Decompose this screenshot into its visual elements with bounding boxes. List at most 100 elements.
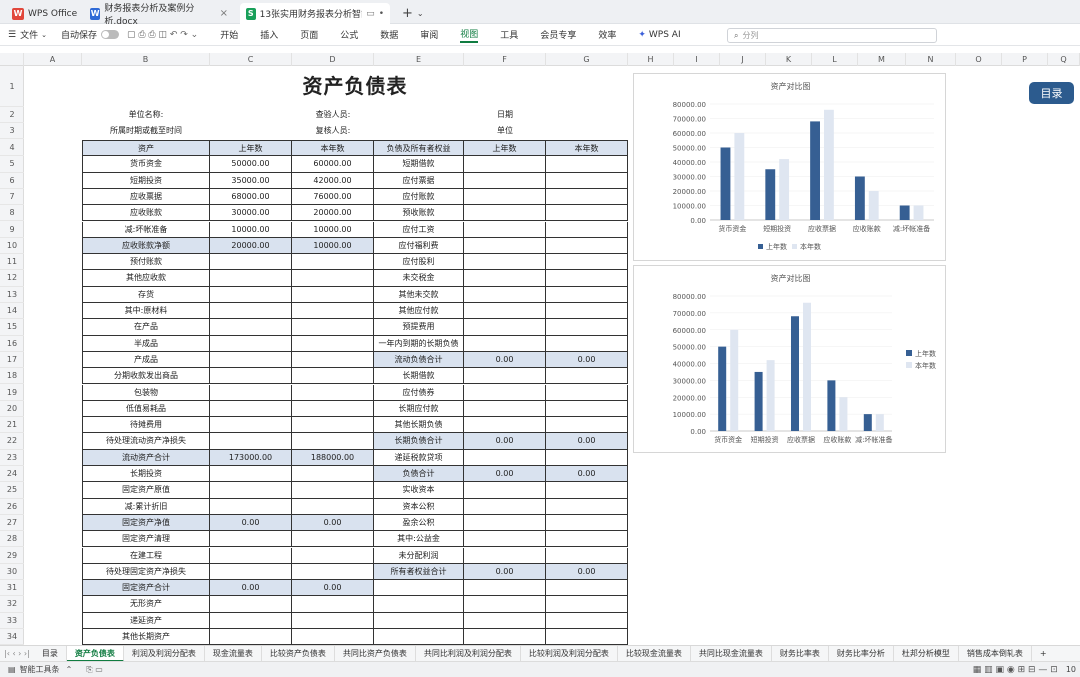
table-cell[interactable] bbox=[464, 254, 546, 271]
sheet-tab[interactable]: 利润及利润分配表 bbox=[124, 645, 205, 662]
row-header[interactable]: 20 bbox=[0, 401, 24, 418]
table-cell[interactable] bbox=[210, 498, 292, 515]
table-header-cell[interactable]: 本年数 bbox=[546, 140, 628, 157]
table-cell[interactable] bbox=[464, 384, 546, 401]
table-cell[interactable] bbox=[292, 400, 374, 418]
table-cell[interactable] bbox=[546, 286, 628, 303]
table-cell[interactable]: 应付票据 bbox=[374, 172, 464, 189]
table-cell[interactable]: 其他应付款 bbox=[374, 303, 464, 320]
table-cell[interactable]: 10000.00 bbox=[292, 237, 374, 255]
column-header[interactable]: M bbox=[858, 53, 906, 66]
table-cell[interactable]: 未交税金 bbox=[374, 270, 464, 287]
menu-item-review[interactable]: 审阅 bbox=[420, 28, 438, 41]
autosave-toggle[interactable] bbox=[100, 30, 119, 39]
table-header-cell[interactable]: 上年数 bbox=[210, 140, 292, 157]
table-cell[interactable] bbox=[210, 433, 292, 450]
table-cell[interactable] bbox=[292, 629, 374, 646]
column-header[interactable]: G bbox=[546, 53, 628, 66]
table-cell[interactable]: 应收票据 bbox=[82, 188, 210, 206]
table-cell[interactable] bbox=[374, 629, 464, 646]
table-cell[interactable] bbox=[546, 335, 628, 352]
table-header-cell[interactable]: 上年数 bbox=[464, 140, 546, 157]
row-header[interactable]: 29 bbox=[0, 548, 24, 564]
table-cell[interactable] bbox=[546, 498, 628, 515]
add-sheet-button[interactable]: + bbox=[1032, 646, 1055, 662]
table-cell[interactable]: 半成品 bbox=[82, 335, 210, 352]
table-cell[interactable]: 包装物 bbox=[82, 384, 210, 401]
table-cell[interactable]: 所有者权益合计 bbox=[374, 563, 464, 581]
sheet-tab[interactable]: 财务比率表 bbox=[772, 645, 829, 662]
table-cell[interactable] bbox=[374, 580, 464, 597]
table-cell[interactable]: 10000.00 bbox=[210, 221, 292, 238]
table-cell[interactable] bbox=[210, 547, 292, 564]
chevron-up-icon[interactable]: ⌃ bbox=[66, 665, 73, 674]
table-cell[interactable] bbox=[464, 221, 546, 238]
table-cell[interactable] bbox=[546, 172, 628, 189]
column-header[interactable]: K bbox=[766, 53, 812, 66]
row-header[interactable]: 21 bbox=[0, 417, 24, 434]
table-cell[interactable] bbox=[292, 466, 374, 483]
table-cell[interactable] bbox=[292, 286, 374, 303]
table-cell[interactable] bbox=[546, 547, 628, 564]
table-cell[interactable] bbox=[546, 156, 628, 173]
table-cell[interactable]: 无形资产 bbox=[82, 596, 210, 613]
table-cell[interactable]: 短期借款 bbox=[374, 156, 464, 173]
column-header[interactable]: H bbox=[628, 53, 674, 66]
table-cell[interactable]: 递延税款贷项 bbox=[374, 449, 464, 466]
sheet-tab[interactable]: 资产负债表 bbox=[66, 645, 124, 662]
table-cell[interactable]: 0.00 bbox=[464, 433, 546, 450]
table-cell[interactable]: 0.00 bbox=[210, 580, 292, 597]
table-cell[interactable] bbox=[292, 384, 374, 401]
row-header[interactable]: 4 bbox=[0, 140, 24, 157]
table-cell[interactable] bbox=[546, 531, 628, 548]
column-header[interactable]: A bbox=[24, 53, 82, 66]
chevron-down-icon[interactable]: ⌄ bbox=[417, 9, 424, 18]
table-cell[interactable] bbox=[464, 156, 546, 173]
table-cell[interactable]: 长期负债合计 bbox=[374, 433, 464, 450]
table-cell[interactable] bbox=[546, 514, 628, 532]
chevron-down-icon[interactable]: ⌄ bbox=[41, 31, 47, 39]
menu-item-data[interactable]: 数据 bbox=[380, 28, 398, 41]
sheet-tab[interactable]: 杜邦分析模型 bbox=[894, 645, 959, 662]
table-cell[interactable]: 减:坏帐准备 bbox=[82, 221, 210, 238]
table-cell[interactable] bbox=[464, 205, 546, 222]
table-cell[interactable] bbox=[464, 270, 546, 287]
table-cell[interactable] bbox=[292, 531, 374, 548]
table-cell[interactable]: 短期投资 bbox=[82, 172, 210, 189]
table-cell[interactable]: 货币资金 bbox=[82, 156, 210, 173]
row-header[interactable]: 18 bbox=[0, 368, 24, 385]
row-header[interactable]: 28 bbox=[0, 531, 24, 548]
row-header[interactable]: 27 bbox=[0, 515, 24, 532]
table-cell[interactable] bbox=[464, 188, 546, 206]
row-header[interactable]: 31 bbox=[0, 580, 24, 597]
menu-item-tools[interactable]: 工具 bbox=[500, 28, 518, 41]
row-header[interactable]: 25 bbox=[0, 482, 24, 499]
table-cell[interactable]: 68000.00 bbox=[210, 188, 292, 206]
table-cell[interactable] bbox=[546, 612, 628, 629]
table-cell[interactable] bbox=[292, 498, 374, 515]
table-cell[interactable]: 长期应付款 bbox=[374, 400, 464, 418]
table-cell[interactable] bbox=[546, 629, 628, 646]
table-cell[interactable] bbox=[546, 205, 628, 222]
table-cell[interactable] bbox=[210, 254, 292, 271]
table-cell[interactable] bbox=[546, 482, 628, 499]
table-cell[interactable] bbox=[546, 319, 628, 336]
table-cell[interactable]: 30000.00 bbox=[210, 205, 292, 222]
table-cell[interactable]: 0.00 bbox=[464, 351, 546, 369]
table-cell[interactable] bbox=[210, 596, 292, 613]
table-cell[interactable] bbox=[292, 303, 374, 320]
table-cell[interactable]: 0.00 bbox=[546, 433, 628, 450]
monitor-icon[interactable]: ▭ bbox=[366, 9, 375, 19]
table-cell[interactable] bbox=[546, 417, 628, 434]
table-cell[interactable] bbox=[292, 351, 374, 369]
sheet-tab[interactable]: 目录 bbox=[34, 645, 67, 662]
menu-item-page[interactable]: 页面 bbox=[300, 28, 318, 41]
table-cell[interactable]: 应付福利费 bbox=[374, 237, 464, 255]
column-header[interactable]: Q bbox=[1048, 53, 1080, 66]
table-cell[interactable] bbox=[546, 400, 628, 418]
row-header[interactable]: 13 bbox=[0, 287, 24, 303]
table-cell[interactable] bbox=[374, 596, 464, 613]
sheet-tab[interactable]: 共同比资产负债表 bbox=[335, 645, 416, 662]
table-cell[interactable] bbox=[546, 303, 628, 320]
row-header[interactable]: 10 bbox=[0, 238, 24, 255]
